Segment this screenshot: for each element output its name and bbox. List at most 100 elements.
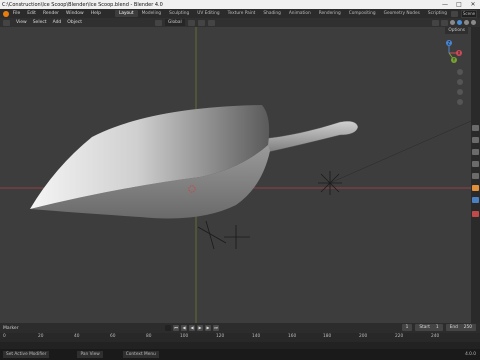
menu-help[interactable]: Help	[91, 11, 101, 16]
tab-shading[interactable]: Shading	[259, 10, 284, 17]
modifier-properties-icon[interactable]	[472, 197, 479, 203]
tick-20: 20	[38, 334, 44, 339]
options-dropdown[interactable]: Options	[445, 27, 468, 34]
tick-60: 60	[110, 334, 116, 339]
camera-object	[197, 220, 250, 250]
perspective-toggle-icon[interactable]	[457, 99, 463, 105]
menu-render[interactable]: Render	[43, 11, 59, 16]
current-frame-field[interactable]: 1	[401, 324, 413, 331]
gizmo-x-label: X	[458, 51, 461, 56]
timeline-header: Marker ⏮ ◀ ◀ ▶ ▶ ⏭ 1 Start 1 End 250	[0, 323, 480, 333]
marker-menu[interactable]: Marker	[0, 326, 19, 331]
play-reverse-icon[interactable]: ◀	[189, 325, 195, 331]
tick-200: 200	[359, 334, 368, 339]
start-frame-field[interactable]: Start 1	[415, 324, 443, 331]
proportional-edit-icon[interactable]	[207, 19, 215, 26]
shading-controls	[432, 18, 476, 27]
jump-end-icon[interactable]: ⏭	[213, 325, 219, 331]
menu-object[interactable]: Object	[67, 20, 82, 25]
rendered-shading-icon[interactable]	[471, 20, 476, 25]
scoop-handle	[261, 120, 359, 153]
transform-orientation-dropdown[interactable]: Global	[165, 19, 185, 26]
scene-icon[interactable]	[451, 10, 458, 17]
menu-edit[interactable]: Edit	[27, 11, 36, 16]
tick-120: 120	[216, 334, 225, 339]
tick-100: 100	[180, 334, 189, 339]
tick-0: 0	[3, 334, 6, 339]
end-value: 250	[463, 325, 472, 330]
scene-properties-icon[interactable]	[472, 173, 479, 179]
3d-viewport[interactable]: Options X Z Y	[0, 27, 471, 323]
record-button-icon[interactable]	[165, 325, 171, 331]
status-hint-pan: Pan View	[77, 351, 103, 358]
gizmo-y-label: Y	[452, 58, 456, 63]
maximize-button[interactable]: □	[452, 0, 466, 9]
tick-240: 240	[431, 334, 440, 339]
material-shading-icon[interactable]	[464, 20, 469, 25]
tab-geometry-nodes[interactable]: Geometry Nodes	[380, 10, 424, 17]
pivot-icon[interactable]	[187, 19, 195, 26]
status-hint-select: Set Active Modifier	[3, 351, 50, 358]
zoom-icon[interactable]	[457, 69, 463, 75]
window-titlebar: C:\Construction\Ice Scoop\Blender\Ice Sc…	[0, 0, 480, 9]
end-frame-field[interactable]: End 250	[445, 324, 476, 331]
start-label: Start	[419, 325, 430, 330]
pan-hand-icon[interactable]	[457, 79, 463, 85]
window-title: C:\Construction\Ice Scoop\Blender\Ice Sc…	[2, 1, 163, 8]
start-value: 1	[435, 325, 439, 330]
tool-properties-icon[interactable]	[472, 125, 479, 131]
tab-modeling[interactable]: Modeling	[138, 10, 166, 17]
timeline-ruler[interactable]: 0 20 40 60 80 100 120 140 160 180 200 22…	[0, 333, 480, 342]
status-hint-context: Context Menu	[122, 351, 159, 358]
tab-layout[interactable]: Layout	[114, 10, 138, 17]
output-properties-icon[interactable]	[472, 149, 479, 155]
transform-orientation-icon[interactable]	[155, 19, 162, 26]
render-properties-icon[interactable]	[472, 137, 479, 143]
close-button[interactable]: ✕	[466, 0, 480, 9]
tab-rendering[interactable]: Rendering	[315, 10, 345, 17]
tab-compositing[interactable]: Compositing	[345, 10, 380, 17]
snap-icon[interactable]	[197, 19, 205, 26]
wireframe-shading-icon[interactable]	[450, 20, 455, 25]
xray-icon[interactable]	[441, 19, 448, 26]
tab-animation[interactable]: Animation	[285, 10, 315, 17]
main-menu: File Edit Render Window Help	[9, 11, 101, 16]
menu-view[interactable]: View	[16, 20, 27, 25]
top-bar: File Edit Render Window Help Layout Mode…	[0, 9, 480, 18]
view-layer-properties-icon[interactable]	[472, 161, 479, 167]
tab-sculpting[interactable]: Sculpting	[165, 10, 193, 17]
navigation-gizmo[interactable]: X Z Y	[434, 38, 464, 68]
jump-start-icon[interactable]: ⏮	[173, 325, 179, 331]
tab-scripting[interactable]: Scripting	[424, 10, 451, 17]
menu-window[interactable]: Window	[66, 11, 84, 16]
playback-controls: ⏮ ◀ ◀ ▶ ▶ ⏭	[165, 323, 219, 333]
tick-180: 180	[323, 334, 332, 339]
scene-selector[interactable]: Scene	[461, 9, 477, 18]
solid-shading-icon[interactable]	[457, 20, 462, 25]
tab-uv-editing[interactable]: UV Editing	[193, 10, 223, 17]
tick-140: 140	[252, 334, 261, 339]
prev-keyframe-icon[interactable]: ◀	[181, 325, 187, 331]
menu-add[interactable]: Add	[53, 20, 62, 25]
end-label: End	[449, 325, 458, 330]
version-label: 4.0.0	[465, 352, 476, 357]
menu-file[interactable]: File	[13, 11, 21, 16]
tick-220: 220	[395, 334, 404, 339]
status-bar: Set Active Modifier Pan View Context Men…	[0, 349, 480, 360]
material-properties-icon[interactable]	[472, 211, 479, 217]
tick-80: 80	[146, 334, 152, 339]
timeline-track[interactable]	[0, 342, 480, 349]
menu-select[interactable]: Select	[33, 20, 47, 25]
viewport-canvas[interactable]	[0, 27, 471, 323]
gizmo-z-label: Z	[448, 41, 451, 46]
tab-texture-paint[interactable]: Texture Paint	[224, 10, 260, 17]
minimize-button[interactable]: —	[438, 0, 452, 9]
viewport-header: View Select Add Object Global	[0, 18, 480, 27]
editor-type-icon[interactable]	[3, 19, 10, 26]
object-properties-icon[interactable]	[472, 185, 479, 191]
workspace-tabs: Layout Modeling Sculpting UV Editing Tex…	[114, 10, 451, 17]
camera-view-icon[interactable]	[457, 89, 463, 95]
next-keyframe-icon[interactable]: ▶	[205, 325, 211, 331]
overlays-icon[interactable]	[432, 19, 439, 26]
play-icon[interactable]: ▶	[197, 325, 203, 331]
